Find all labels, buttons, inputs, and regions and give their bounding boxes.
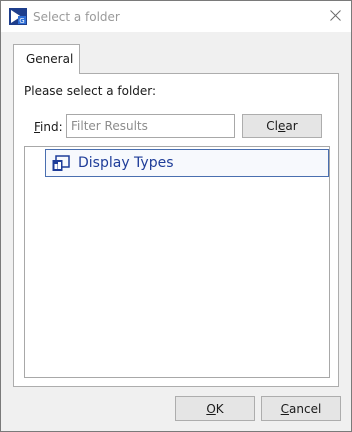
ok-label-rest: K (215, 401, 224, 416)
close-icon (330, 9, 341, 24)
tab-general[interactable]: General (13, 44, 80, 74)
cancel-label-accelerator: C (280, 401, 290, 416)
folder-tree[interactable]: Display Types (24, 146, 330, 378)
find-label-rest: ind: (40, 120, 63, 134)
clear-label-pre: Cl (266, 119, 279, 133)
tab-general-label: General (26, 52, 74, 66)
ok-button[interactable]: OK (175, 396, 255, 421)
close-button[interactable] (320, 1, 351, 32)
clear-label-accelerator: e (278, 119, 286, 133)
app-icon: G (9, 8, 27, 25)
display-types-folder-icon (52, 155, 70, 172)
ok-label-accelerator: O (206, 401, 216, 416)
clear-label-rest: ar (285, 119, 298, 133)
find-label: Find: (34, 120, 63, 134)
folder-prompt: Please select a folder: (24, 84, 157, 98)
select-folder-dialog: G Select a folder General Please select … (0, 0, 352, 432)
general-panel: Please select a folder: Find: Clear Disp… (13, 73, 339, 387)
svg-text:G: G (19, 17, 24, 25)
filter-input[interactable] (66, 114, 235, 138)
cancel-button[interactable]: Cancel (261, 396, 341, 421)
tree-item-display-types[interactable]: Display Types (45, 149, 329, 177)
tree-item-label: Display Types (78, 155, 174, 171)
title-bar[interactable]: G Select a folder (1, 1, 351, 32)
clear-button[interactable]: Cl e ar (242, 114, 322, 138)
cancel-label-rest: ancel (289, 401, 322, 416)
window-title: Select a folder (33, 10, 120, 24)
